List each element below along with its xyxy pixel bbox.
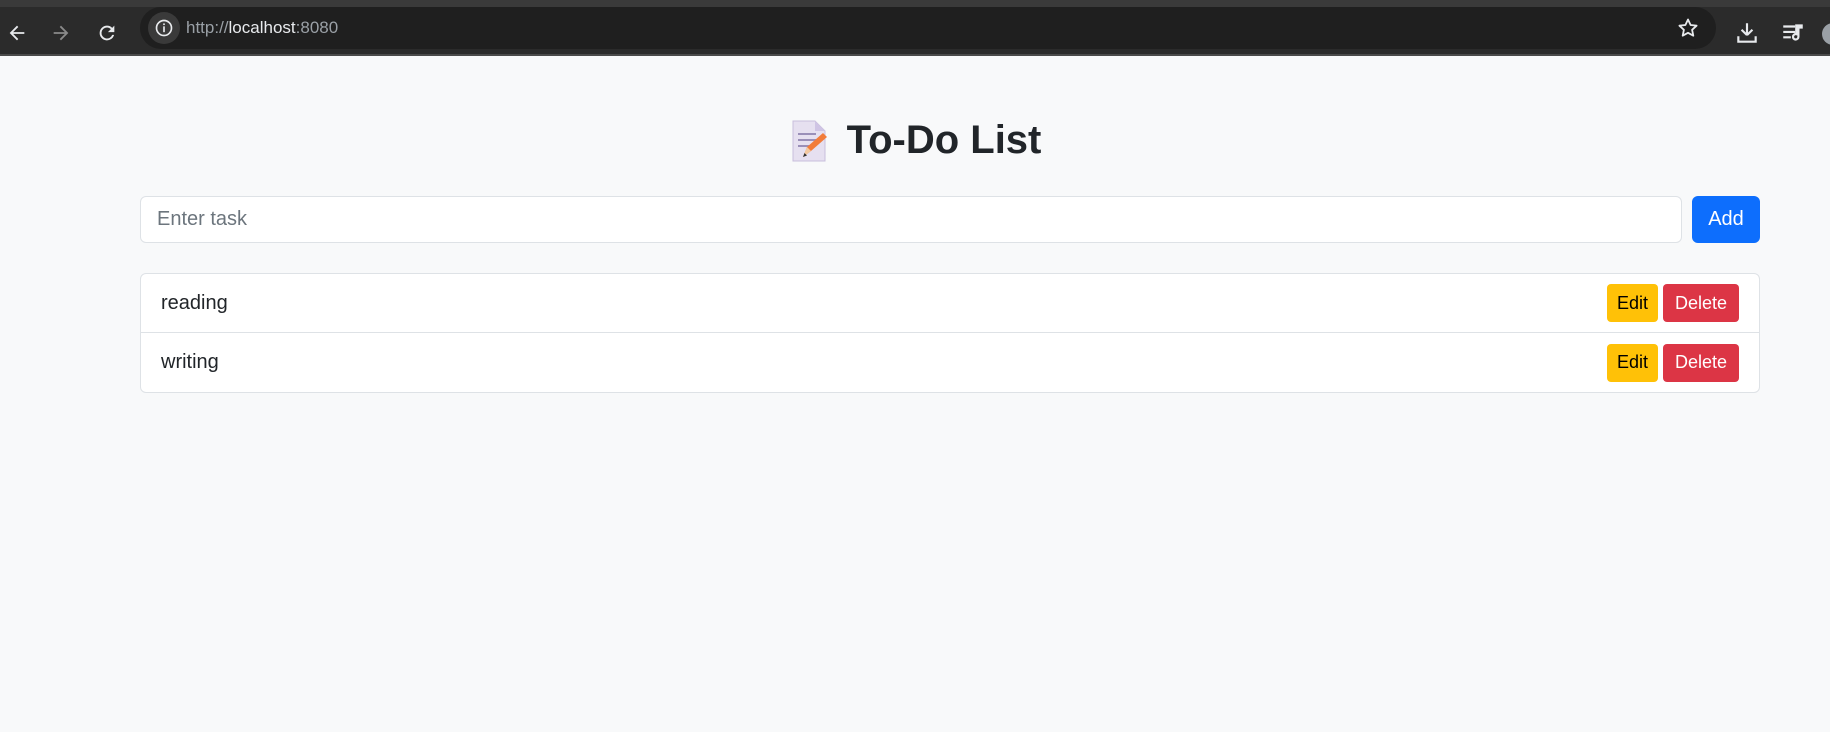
edit-button[interactable]: Edit xyxy=(1606,343,1658,382)
task-text: writing xyxy=(161,351,219,373)
browser-toolbar: http://localhost:8080 xyxy=(0,0,1830,56)
page-title: To-Do List xyxy=(0,118,1830,163)
add-button[interactable]: Add xyxy=(1692,196,1760,243)
edit-button[interactable]: Edit xyxy=(1606,284,1658,322)
page-content: To-Do List Add reading Edit Delete writi… xyxy=(0,56,1830,732)
title-text: To-Do List xyxy=(846,118,1042,162)
url-prefix: http:// xyxy=(186,18,229,37)
bookmark-star-icon[interactable] xyxy=(1676,16,1700,45)
task-row: writing Edit Delete xyxy=(141,333,1759,392)
task-input[interactable] xyxy=(140,196,1682,243)
reading-list-icon[interactable] xyxy=(1780,20,1806,46)
forward-icon[interactable] xyxy=(44,16,78,50)
url-host: localhost xyxy=(228,18,296,37)
task-text: reading xyxy=(161,291,228,314)
task-list: reading Edit Delete writing Edit Delete xyxy=(140,273,1760,393)
delete-button[interactable]: Delete xyxy=(1662,284,1739,322)
back-icon[interactable] xyxy=(0,16,34,50)
site-info-icon[interactable] xyxy=(148,12,180,44)
reload-icon[interactable] xyxy=(90,16,124,50)
delete-button[interactable]: Delete xyxy=(1662,343,1739,382)
url-text[interactable]: http://localhost:8080 xyxy=(186,18,338,38)
profile-avatar[interactable] xyxy=(1822,23,1830,45)
task-row: reading Edit Delete xyxy=(141,274,1759,333)
url-port: :8080 xyxy=(295,18,339,37)
download-icon[interactable] xyxy=(1734,20,1760,46)
memo-icon xyxy=(789,119,829,163)
